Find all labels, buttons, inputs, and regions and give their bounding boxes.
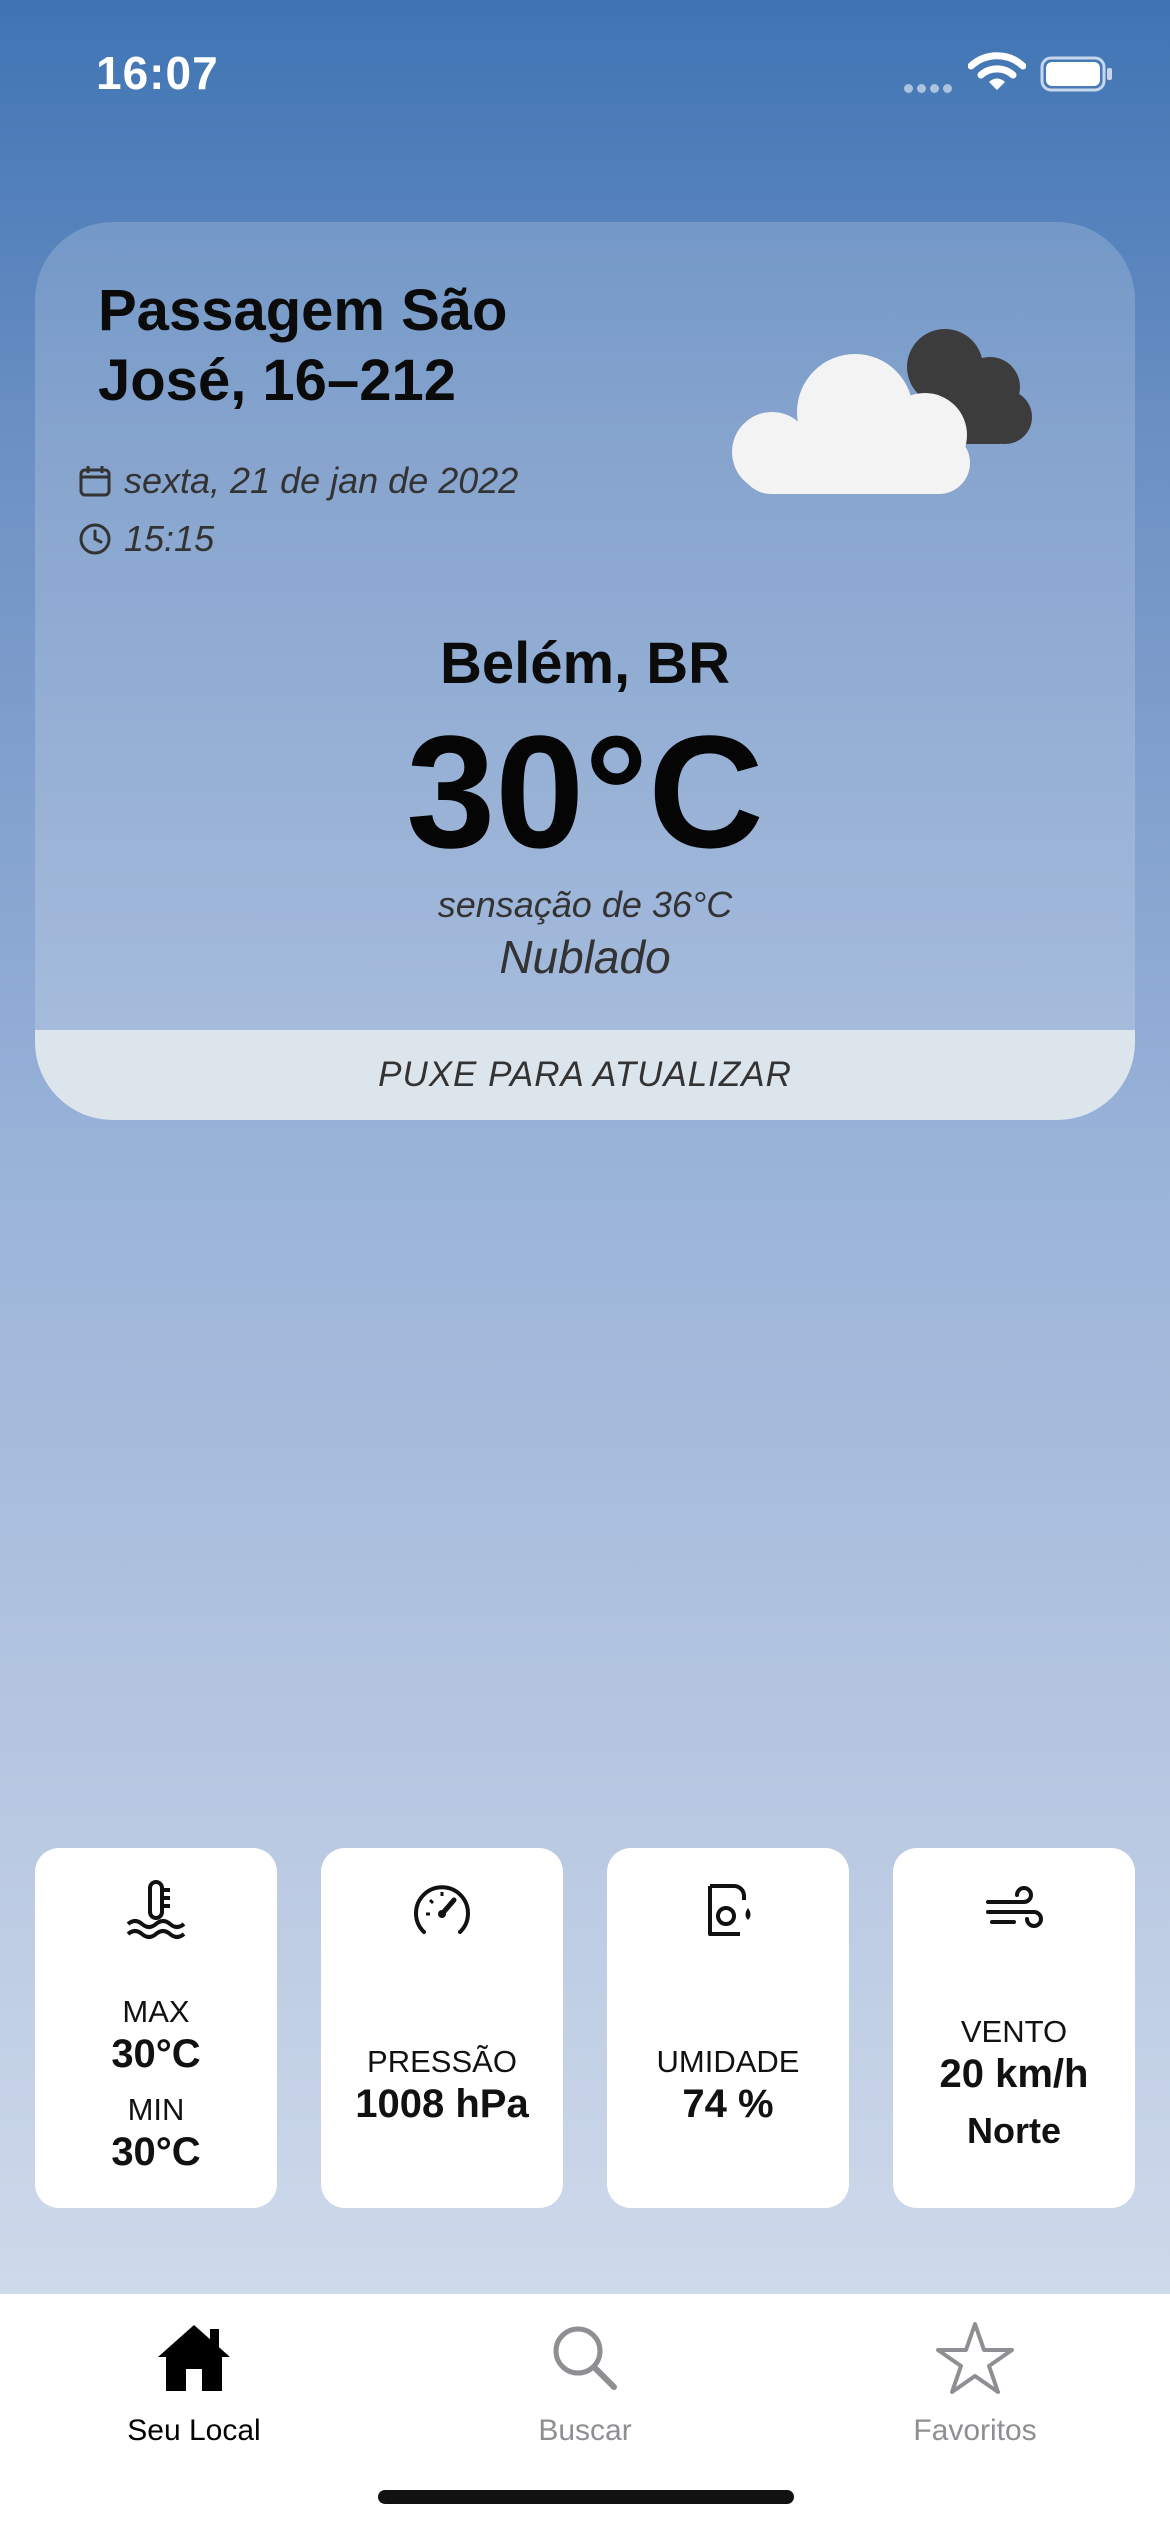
signal-icon bbox=[904, 80, 960, 93]
weather-condition: Nublado bbox=[499, 931, 671, 983]
max-value: 30°C bbox=[111, 2032, 201, 2076]
star-icon bbox=[936, 2322, 1014, 2394]
max-label: MAX bbox=[122, 1994, 190, 2029]
status-bar: 16:07 bbox=[0, 0, 1170, 140]
wind-icon bbox=[986, 1886, 1043, 1928]
home-indicator bbox=[378, 2490, 794, 2504]
pressure-value: 1008 hPa bbox=[355, 2082, 529, 2126]
search-icon bbox=[553, 2326, 617, 2390]
calendar-icon bbox=[79, 466, 111, 497]
battery-icon bbox=[1040, 56, 1112, 92]
date-text: sexta, 21 de jan de 2022 bbox=[124, 460, 519, 501]
tab-label-seu-local: Seu Local bbox=[127, 2414, 261, 2447]
humidity-label: UMIDADE bbox=[656, 2044, 800, 2079]
address-title: Passagem São José, 16–212 bbox=[98, 278, 508, 413]
wind-label: VENTO bbox=[960, 2014, 1068, 2049]
tab-favoritos[interactable]: Favoritos bbox=[825, 2312, 1125, 2448]
humidity-icon bbox=[708, 1884, 751, 1936]
date-row: sexta, 21 de jan de 2022 bbox=[78, 460, 518, 502]
wind-tile: VENTO 20 km/h Norte bbox=[893, 1848, 1135, 2208]
pull-to-refresh-bar[interactable]: PUXE PARA ATUALIZAR bbox=[35, 1030, 1135, 1120]
cloudy-icon bbox=[732, 329, 1032, 494]
pressure-label: PRESSÃO bbox=[367, 2044, 517, 2079]
min-value: 30°C bbox=[111, 2130, 201, 2174]
time-text: 15:15 bbox=[124, 518, 215, 559]
humidity-tile: UMIDADE 74 % bbox=[607, 1848, 849, 2208]
tab-label-buscar: Buscar bbox=[538, 2414, 632, 2447]
weather-card: Passagem São José, 16–212 sexta, 21 de j… bbox=[35, 222, 1135, 1120]
tab-seu-local[interactable]: Seu Local bbox=[44, 2312, 344, 2448]
status-time: 16:07 bbox=[96, 47, 219, 99]
clock-icon bbox=[79, 523, 111, 555]
humidity-value: 74 % bbox=[682, 2082, 774, 2126]
wifi-icon bbox=[968, 52, 1026, 90]
min-label: MIN bbox=[127, 2092, 185, 2127]
temperature-range-tile: MAX 30°C MIN 30°C bbox=[35, 1848, 277, 2208]
current-temperature: 30°C bbox=[406, 702, 764, 881]
gauge-icon bbox=[414, 1885, 470, 1934]
home-icon bbox=[158, 2325, 230, 2391]
refresh-hint: PUXE PARA ATUALIZAR bbox=[378, 1055, 792, 1094]
wind-direction: Norte bbox=[966, 2110, 1061, 2151]
pressure-tile: PRESSÃO 1008 hPa bbox=[321, 1848, 563, 2208]
time-row: 15:15 bbox=[78, 518, 214, 560]
feels-like: sensação de 36°C bbox=[437, 884, 733, 925]
wind-speed: 20 km/h bbox=[939, 2052, 1089, 2096]
tab-label-favoritos: Favoritos bbox=[913, 2414, 1037, 2447]
tab-buscar[interactable]: Buscar bbox=[435, 2312, 735, 2448]
thermometer-icon bbox=[126, 1880, 186, 1939]
city-name: Belém, BR bbox=[439, 631, 731, 696]
